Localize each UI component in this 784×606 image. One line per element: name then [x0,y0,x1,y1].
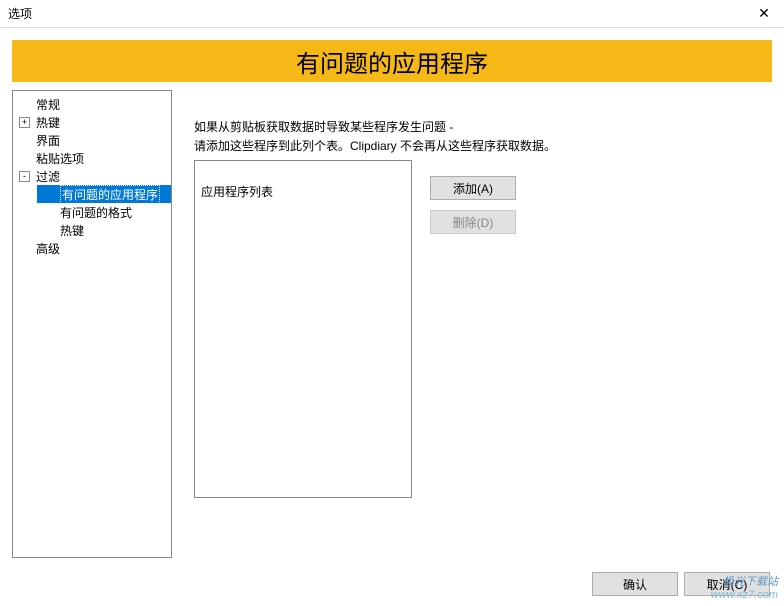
ok-button-label: 确认 [623,576,647,593]
settings-tree[interactable]: 常规 + 热键 界面 粘贴选项 - 过滤 有问题的应用程序 [12,90,172,558]
page-banner: 有问题的应用程序 [12,40,772,82]
banner-title: 有问题的应用程序 [296,44,488,79]
tree-label: 高级 [36,240,60,257]
window-title: 选项 [8,5,32,22]
tree-item-paste-options[interactable]: 粘贴选项 [13,149,172,167]
close-icon: ✕ [758,5,770,22]
tree-item-problem-formats[interactable]: 有问题的格式 [37,203,172,221]
listbox-wrapper: 应用程序列表 [194,178,412,498]
tree-label: 有问题的格式 [60,204,132,221]
tree-label: 有问题的应用程序 [60,185,160,204]
desc-line-2: 请添加这些程序到此列个表。Clipdiary 不会再从这些程序获取数据。 [194,137,762,156]
tree-label: 常规 [36,96,60,113]
delete-button: 删除(D) [430,210,516,234]
collapse-icon[interactable]: - [19,171,30,182]
add-button[interactable]: 添加(A) [430,176,516,200]
listbox-label: 应用程序列表 [195,181,411,202]
tree-children-filter: 有问题的应用程序 有问题的格式 热键 [13,185,172,239]
titlebar: 选项 ✕ [0,0,784,28]
tree-item-problem-apps[interactable]: 有问题的应用程序 [37,185,172,203]
description-text: 如果从剪贴板获取数据时导致某些程序发生问题 - 请添加这些程序到此列个表。Cli… [194,118,762,156]
close-button[interactable]: ✕ [744,0,784,28]
expand-icon[interactable]: + [19,117,30,128]
main-panel: 如果从剪贴板获取数据时导致某些程序发生问题 - 请添加这些程序到此列个表。Cli… [184,90,772,558]
tree-item-filter[interactable]: - 过滤 [13,167,172,185]
content-area: 常规 + 热键 界面 粘贴选项 - 过滤 有问题的应用程序 [0,90,784,558]
tree-root: 常规 + 热键 界面 粘贴选项 - 过滤 有问题的应用程序 [13,91,172,261]
tree-item-advanced[interactable]: 高级 [13,239,172,257]
tree-label: 过滤 [36,168,60,185]
side-buttons: 添加(A) 删除(D) [430,176,516,234]
tree-item-interface[interactable]: 界面 [13,131,172,149]
tree-label: 粘贴选项 [36,150,84,167]
app-listbox[interactable]: 应用程序列表 [194,160,412,498]
cancel-button[interactable]: 取消(C) [684,572,770,596]
tree-item-filter-hotkeys[interactable]: 热键 [37,221,172,239]
tree-label: 热键 [36,114,60,131]
delete-button-label: 删除(D) [453,214,494,231]
form-row: 应用程序列表 添加(A) 删除(D) [194,178,762,498]
add-button-label: 添加(A) [453,180,493,197]
tree-label: 热键 [60,222,84,239]
tree-item-hotkeys[interactable]: + 热键 [13,113,172,131]
dialog-footer: 确认 取消(C) [592,572,770,596]
ok-button[interactable]: 确认 [592,572,678,596]
desc-line-1: 如果从剪贴板获取数据时导致某些程序发生问题 - [194,118,762,137]
tree-label: 界面 [36,132,60,149]
tree-item-general[interactable]: 常规 [13,95,172,113]
cancel-button-label: 取消(C) [707,576,748,593]
